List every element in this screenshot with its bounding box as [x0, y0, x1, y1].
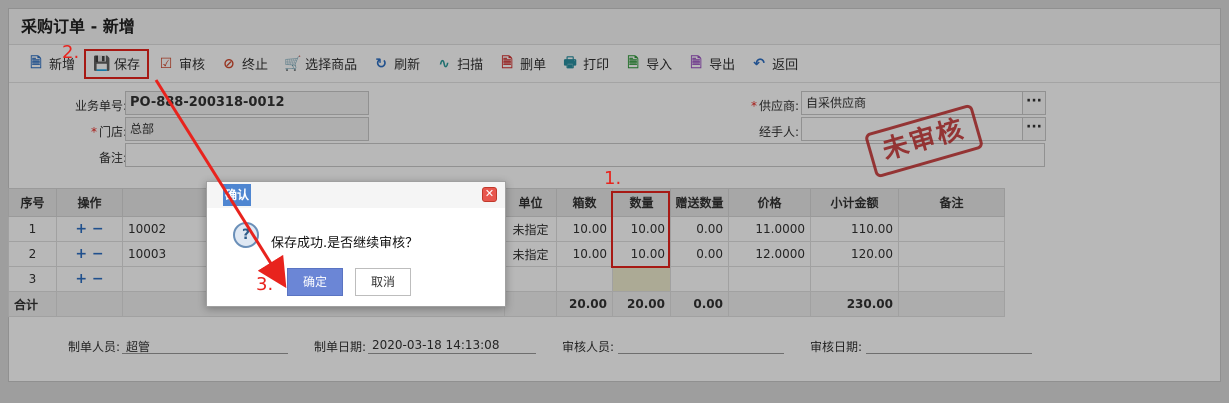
step-3-label: 3. — [256, 274, 274, 295]
close-icon[interactable]: ✕ — [482, 187, 497, 202]
dialog-message: 保存成功.是否继续审核？ — [271, 236, 419, 251]
dialog-titlebar: 确认 ✕ — [207, 182, 505, 208]
step-1-label: 1. — [604, 168, 622, 189]
dialog-title: 确认 — [223, 184, 252, 206]
step-2-label: 2. — [62, 42, 80, 63]
cancel-button[interactable]: 取消 — [355, 268, 411, 296]
ok-button[interactable]: 确定 — [287, 268, 343, 296]
confirm-dialog: 确认 ✕ ? 保存成功.是否继续审核？ 确定 取消 — [206, 181, 506, 307]
question-icon: ? — [233, 222, 259, 248]
modal-overlay — [0, 0, 1229, 403]
